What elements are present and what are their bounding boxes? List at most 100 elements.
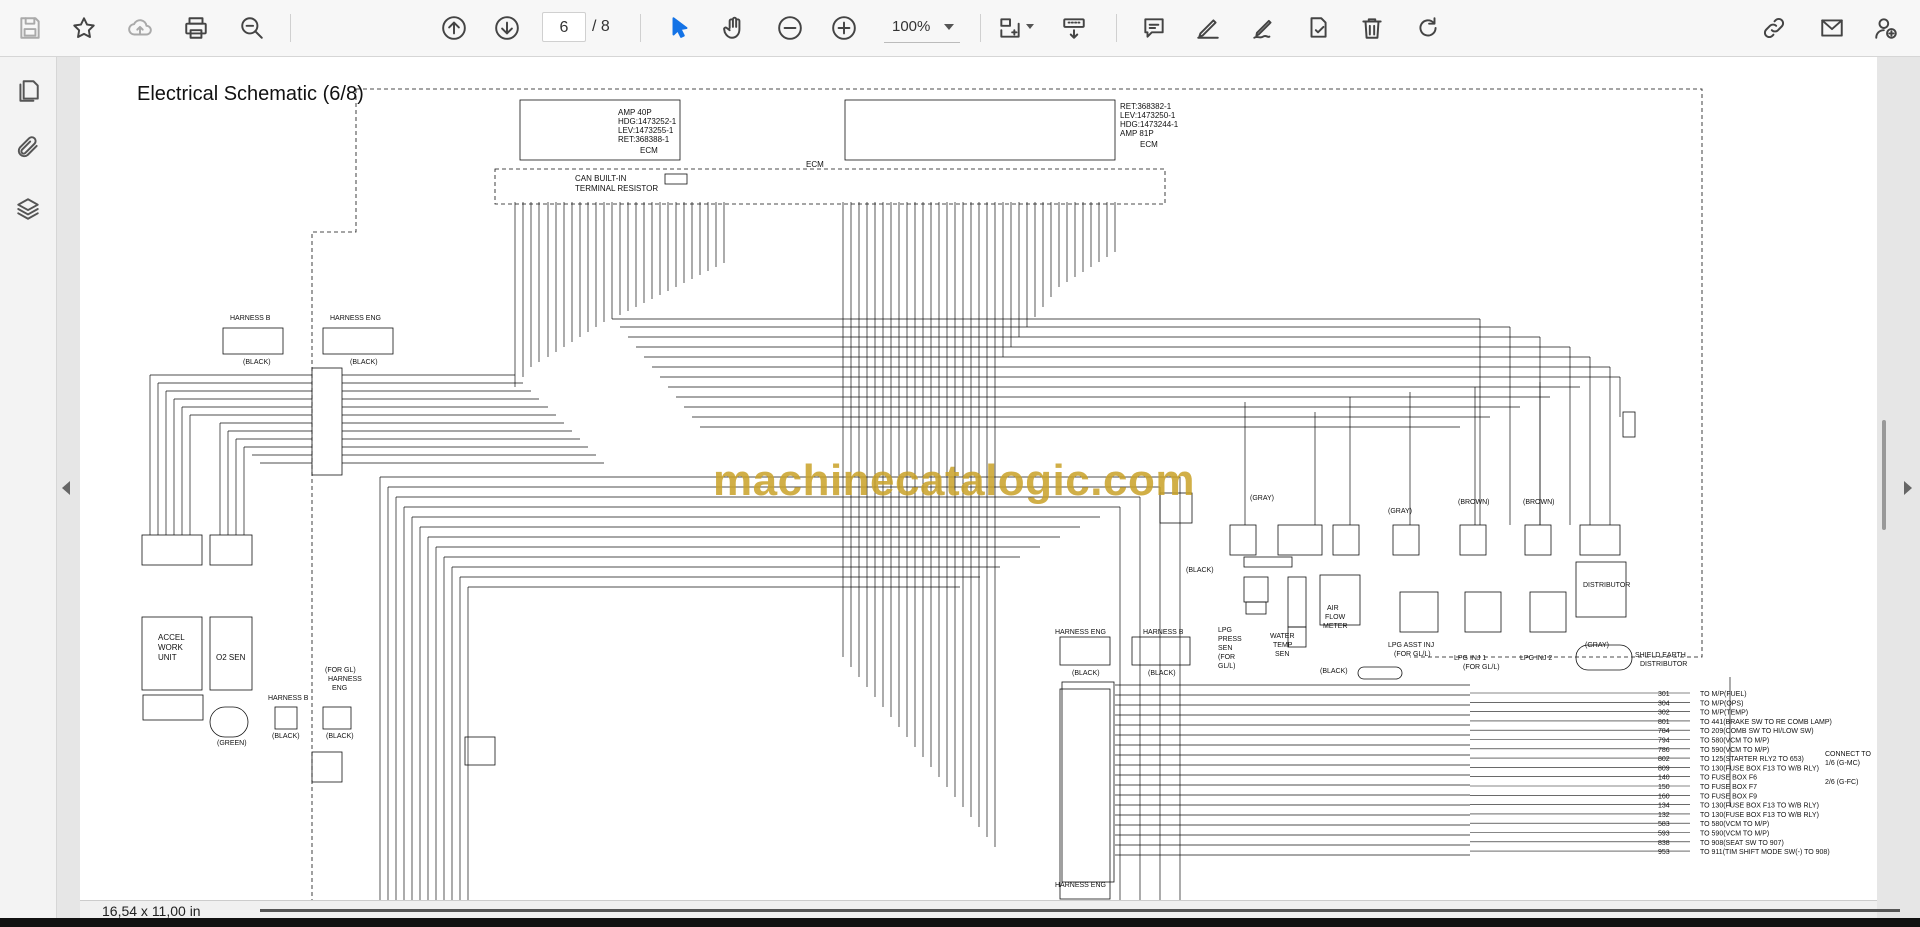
vertical-scrollbar[interactable] — [1882, 420, 1886, 530]
ecm3-label: ECM — [806, 160, 824, 169]
connection-destination: TO 908(SEAT SW TO 907) — [1700, 840, 1784, 847]
lev2-label: LEV:1473250-1 — [1120, 111, 1176, 120]
connection-number: 150 — [1658, 784, 1670, 791]
select-tool-icon[interactable] — [660, 8, 700, 48]
pen-icon[interactable] — [1188, 8, 1228, 48]
connection-list: 301 TO M/P(FUEL) 304 TO M/P(OPS) 302 TO M/P(T… — [1470, 691, 1832, 856]
email-icon[interactable] — [1812, 8, 1852, 48]
connection-destination: TO 580(VCM TO M/P) — [1700, 821, 1769, 828]
bookmark-star-icon[interactable] — [64, 8, 104, 48]
black-label-5: (BLACK) — [1072, 670, 1100, 677]
pages-icon[interactable] — [10, 73, 46, 109]
connection-number: 302 — [1658, 710, 1670, 717]
save-icon[interactable] — [10, 8, 50, 48]
lpg-press-label-3: SEN — [1218, 645, 1232, 652]
lpg-asst-label-2: (FOR GL/L) — [1394, 651, 1431, 658]
black-label-3: (BLACK) — [272, 733, 300, 740]
ret1-label: RET:368388-1 — [618, 135, 670, 144]
eng-label-2: ENG — [332, 685, 347, 692]
connection-number: 802 — [1658, 756, 1670, 763]
fit-page-icon[interactable] — [990, 8, 1030, 48]
can-label-2: TERMINAL RESISTOR — [575, 184, 658, 193]
zoom-out-icon[interactable] — [770, 8, 810, 48]
status-bar: 16,54 x 11,00 in — [80, 900, 1900, 919]
page-size-label: 16,54 x 11,00 in — [102, 903, 201, 919]
connection-number: 809 — [1658, 765, 1670, 772]
zoom-in-icon[interactable] — [824, 8, 864, 48]
air-flow-label-1: AIR — [1327, 605, 1339, 612]
air-flow-label-3: METER — [1323, 623, 1348, 630]
stamp-icon[interactable] — [1298, 8, 1338, 48]
rotate-icon[interactable] — [1408, 8, 1448, 48]
connection-destination: TO FUSE BOX F6 — [1700, 775, 1757, 782]
connection-destination: TO 130(FUSE BOX F13 TO W/B RLY) — [1700, 803, 1819, 810]
connection-destination: TO 209(COMB SW TO HI/LOW SW) — [1700, 728, 1814, 735]
gray-label-1: (GRAY) — [1250, 495, 1274, 502]
scroll-mode-icon[interactable] — [1054, 8, 1094, 48]
lpg-press-label-4: (FOR — [1218, 654, 1235, 661]
connection-destination: TO 441(BRAKE SW TO RE COMB LAMP) — [1700, 719, 1832, 726]
shield-earth-label-2: DISTRIBUTOR — [1640, 661, 1687, 668]
connection-number: 140 — [1658, 775, 1670, 782]
attachments-icon[interactable] — [10, 129, 46, 165]
print-icon[interactable] — [176, 8, 216, 48]
find-icon[interactable] — [232, 8, 272, 48]
document-page: AMP 40P HDG:1473252-1 LEV:1473255-1 RET:… — [80, 57, 1877, 900]
black-label-1: (BLACK) — [243, 359, 271, 366]
connection-number: 794 — [1658, 738, 1670, 745]
can-label-1: CAN BUILT-IN — [575, 174, 627, 183]
zoom-value: 100% — [892, 18, 931, 35]
connection-destination: TO FUSE BOX F7 — [1700, 784, 1757, 791]
amp40-label: AMP 40P — [618, 108, 652, 117]
black-label-6: (BLACK) — [1148, 670, 1176, 677]
accel-label-1: ACCEL — [158, 633, 185, 642]
connection-destination: TO 125(STARTER RLY2 TO 653) — [1700, 756, 1804, 763]
sign-icon[interactable] — [1244, 8, 1284, 48]
watermark: machinecatalogic.com — [713, 456, 1195, 505]
connection-destination: TO 590(VCM TO M/P) — [1700, 831, 1769, 838]
page-up-icon[interactable] — [434, 8, 474, 48]
previous-page-arrow-icon[interactable] — [62, 481, 70, 495]
harness-b-label: HARNESS B — [230, 315, 271, 322]
harness-eng-label: HARNESS ENG — [330, 315, 381, 322]
connection-destination: TO M/P(TEMP) — [1700, 710, 1748, 717]
connection-destination: TO M/P(OPS) — [1700, 700, 1743, 707]
air-flow-label-2: FLOW — [1325, 614, 1346, 621]
connection-number: 304 — [1658, 700, 1670, 707]
page-down-icon[interactable] — [487, 8, 527, 48]
harness-eng-label-4: HARNESS ENG — [1055, 882, 1106, 889]
lev1-label: LEV:1473255-1 — [618, 126, 674, 135]
brown-label-1: (BROWN) — [1458, 499, 1490, 506]
chevron-down-icon — [1026, 24, 1034, 29]
connection-number: 784 — [1658, 728, 1670, 735]
lpg-asst-label-1: LPG ASST INJ — [1388, 642, 1434, 649]
connection-destination: TO M/P(FUEL) — [1700, 691, 1747, 698]
harness-b-label-2: HARNESS B — [268, 695, 309, 702]
hand-tool-icon[interactable] — [714, 8, 754, 48]
next-page-arrow-icon[interactable] — [1904, 481, 1912, 495]
lpg-inj-2-label: LPG INJ 2 — [1520, 655, 1552, 662]
black-label-4: (BLACK) — [326, 733, 354, 740]
lpg-inj-1-label: LPG INJ 1 — [1454, 655, 1486, 662]
layers-icon[interactable] — [10, 191, 46, 227]
horizontal-scrollbar[interactable] — [260, 909, 1900, 912]
black-label-2: (BLACK) — [350, 359, 378, 366]
green-label: (GREEN) — [217, 740, 247, 747]
lpg-press-label-1: LPG — [1218, 627, 1232, 634]
lpg-press-label-2: PRESS — [1218, 636, 1242, 643]
lpg-press-label-5: GL/L) — [1218, 663, 1236, 670]
connection-destination: TO 580(VCM TO M/P) — [1700, 738, 1769, 745]
water-temp-label-3: SEN — [1275, 651, 1289, 658]
chevron-down-icon — [944, 24, 954, 30]
cloud-upload-icon[interactable] — [120, 8, 160, 48]
share-link-icon[interactable] — [1754, 8, 1794, 48]
shield-earth-label-1: SHIELD EARTH — [1635, 652, 1686, 659]
schematic-title: Electrical Schematic (6/8) — [137, 83, 364, 105]
delete-icon[interactable] — [1352, 8, 1392, 48]
ret2-label: RET:368382-1 — [1120, 102, 1172, 111]
accel-label-2: WORK — [158, 643, 184, 652]
add-user-icon[interactable] — [1866, 8, 1906, 48]
comment-icon[interactable] — [1134, 8, 1174, 48]
for-gl-label: (FOR GL) — [325, 667, 356, 674]
page-number-input[interactable]: 6 — [542, 12, 586, 42]
